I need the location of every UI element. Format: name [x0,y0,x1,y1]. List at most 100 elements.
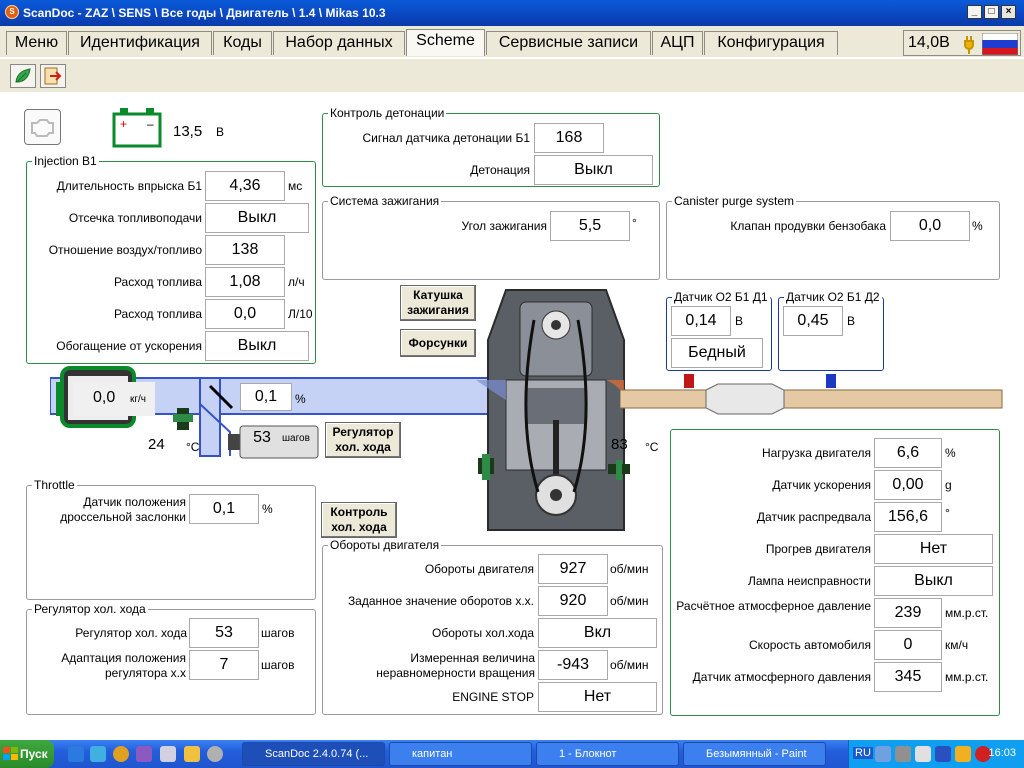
injection-label-3: Расход топлива [113,275,202,289]
o2-sensor-2-unit: В [847,314,856,328]
canister-group: Canister purge system Клапан продувки бе… [666,194,1000,280]
tab-service-records[interactable]: Сервисные записи [486,31,651,55]
knock-label-0: Сигнал датчика детонации Б1 [362,131,530,145]
knock-value-1: Выкл [534,155,653,185]
engine-label-1: Датчик ускорения [772,478,871,492]
volume-tray-icon[interactable] [895,746,911,762]
engine-label-7: Датчик атмосферного давления [692,670,871,684]
window-title: ScanDoc - ZAZ \ SENS \ Все годы \ Двигат… [23,6,386,20]
air-temp-sensor-icon [173,408,193,430]
injection-label-4: Расход топлива [113,307,202,321]
air-temp-unit: °C [186,440,200,454]
start-label: Пуск [20,747,48,761]
throttle-position-value: 0,1 [240,383,292,411]
injection-unit-4: Л/10 [288,307,313,321]
explorer-quicklaunch-icon[interactable] [90,746,106,762]
idle-value-1: 7 [189,650,259,680]
engine-label-5: Расчётное атмосферное давление [676,599,871,613]
maf-number: 0,0 [93,389,116,406]
tab-dataset[interactable]: Набор данных [273,31,405,55]
rpm-label-2: Обороты хол.хода [432,626,534,640]
injection-value-2: 138 [205,235,285,265]
exit-button[interactable] [40,64,66,88]
task-paint[interactable]: Безымянный - Paint [683,742,826,766]
tab-codes[interactable]: Коды [213,31,272,55]
ignition-title: Система зажигания [328,194,442,208]
tab-menu[interactable]: Меню [6,31,67,55]
rpm-value-0: 927 [538,554,608,584]
folder-quicklaunch-icon[interactable] [184,746,200,762]
engine-label-4: Лампа неисправности [747,574,871,588]
system-tray: RU 16:03 [848,740,1024,768]
ie-quicklaunch-icon[interactable] [68,746,84,762]
canister-label: Клапан продувки бензобака [730,219,886,233]
engine-diagram [476,289,625,531]
battery-unit: В [216,125,225,139]
task-notepad[interactable]: 1 - Блокнот [536,742,679,766]
engine-value-4: Выкл [874,566,993,596]
idle-regulator-title: Регулятор хол. хода [32,602,148,616]
iac-position-unit: шагов [282,433,310,444]
security-tray-icon[interactable] [915,746,931,762]
battery-voltage: 13,5 [173,123,203,140]
tab-adc[interactable]: АЦП [652,31,703,55]
russian-flag-icon[interactable] [982,33,1018,55]
rpm-unit-3: об/мин [610,658,649,672]
exit-arrow-icon [44,67,62,85]
o2-sensor-2-value: 0,45 [783,306,843,336]
title-bar: S ScanDoc - ZAZ \ SENS \ Все годы \ Двиг… [0,0,1024,26]
language-indicator[interactable]: RU [853,747,873,759]
idle-control-button[interactable]: Контроль хол. хода [321,502,397,538]
engine-params-group: Нагрузка двигателя 6,6 % Датчик ускорени… [670,429,1000,716]
injection-value-1: Выкл [205,203,309,233]
ignition-coil-button[interactable]: Катушка зажигания [400,285,476,321]
battery-tray-icon[interactable] [935,746,951,762]
engine-label-6: Скорость автомобиля [749,638,871,652]
task-folder[interactable]: капитан [389,742,532,766]
minimize-button[interactable]: _ [967,5,982,19]
winrar-quicklaunch-icon[interactable] [136,746,152,762]
voltage-indicator: 14,0В [903,30,1021,56]
start-button[interactable]: Пуск [0,740,54,768]
idle-unit-0: шагов [261,626,295,640]
idle-unit-1: шагов [261,658,295,672]
tab-identification[interactable]: Идентификация [68,31,212,55]
tool-quicklaunch-icon[interactable] [207,746,223,762]
tab-configuration[interactable]: Конфигурация [704,31,838,55]
engine-label-3: Прогрев двигателя [765,542,871,556]
engine-value-7: 345 [874,662,942,692]
injection-value-4: 0,0 [205,299,285,329]
injectors-button[interactable]: Форсунки [400,329,476,357]
scheme-panel: + – 13,5 В Injection B1 Длительность впр… [0,92,1024,740]
clock: 16:03 [988,747,1016,759]
window-quicklaunch-icon[interactable] [160,746,176,762]
throttle-unit: % [262,502,273,516]
power-tray-icon[interactable] [955,746,971,762]
toolbar [0,59,1024,92]
engine-unit-5: мм.р.ст. [945,606,989,620]
network-tray-icon[interactable] [875,746,891,762]
leaf-button[interactable] [10,64,36,88]
maximize-button[interactable]: □ [984,5,999,19]
coolant-temp-value: 83 [611,436,628,453]
injection-title: Injection B1 [32,154,99,168]
rpm-value-1: 920 [538,586,608,616]
knock-label-1: Детонация [470,163,530,177]
voltage-value: 14,0В [908,34,950,51]
rpm-label-0: Обороты двигателя [424,562,534,576]
coolant-temp-sensor-icon [608,460,630,480]
engine-unit-1: g [945,478,952,492]
rpm-label-1: Заданное значение оборотов х.х. [347,594,534,608]
rpm-label-3: Измеренная величина неравномерности вращ… [376,651,535,680]
engine-unit-0: % [945,446,956,460]
maf-value: 0,0 кг/ч [73,382,155,416]
tab-scheme[interactable]: Scheme [406,29,485,56]
o2-sensor-1-unit: В [735,314,744,328]
engine-label-0: Нагрузка двигателя [761,446,871,460]
task-scandoc[interactable]: ScanDoc 2.4.0.74 (... [242,742,385,766]
media-quicklaunch-icon[interactable] [113,746,129,762]
engine-warning-icon [31,119,54,137]
windows-logo-icon [3,747,18,760]
engine-value-1: 0,00 [874,470,942,500]
close-button[interactable]: × [1001,5,1016,19]
